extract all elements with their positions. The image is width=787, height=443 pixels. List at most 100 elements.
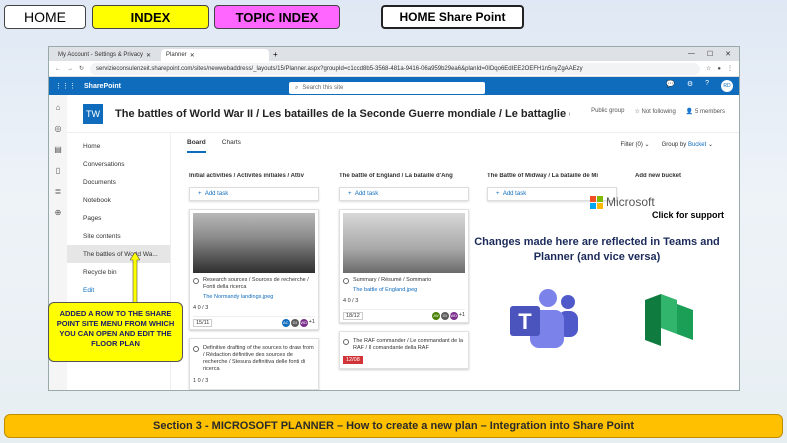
- avatar[interactable]: AC: [281, 318, 290, 327]
- close-window-icon[interactable]: ✕: [725, 50, 731, 58]
- complete-checkbox[interactable]: [193, 346, 199, 352]
- members-button[interactable]: 👤 5 members: [686, 108, 725, 115]
- annotation-note: ADDED A ROW TO THE SHARE POINT SITE MENU…: [48, 302, 183, 362]
- up-arrow-icon: [130, 252, 140, 304]
- tab-planner[interactable]: Planner ✕: [161, 49, 269, 61]
- bucket-title[interactable]: The battle of England / La bataille d'An…: [339, 173, 469, 183]
- tab-bar: My Account - Settings & Privacy ✕ Planner…: [49, 47, 739, 61]
- microsoft-label: Microsoft: [606, 195, 655, 209]
- avatar[interactable]: AC: [457, 356, 465, 364]
- checklist-counts: 1 0 / 3: [193, 378, 209, 384]
- search-icon: ⌕: [295, 84, 299, 91]
- reload-icon[interactable]: ↻: [79, 65, 84, 72]
- complete-checkbox[interactable]: [343, 339, 349, 345]
- news-icon[interactable]: ▤: [54, 145, 62, 154]
- nav-edit[interactable]: Edit: [67, 281, 170, 299]
- search-input[interactable]: ⌕ Search this site: [289, 82, 485, 94]
- address-bar: ← → ↻ servizieconsulenzeit.sharepoint.co…: [49, 61, 739, 77]
- support-link[interactable]: Click for support: [652, 210, 724, 220]
- filter-button[interactable]: Filter (0) ⌄: [621, 141, 650, 148]
- sharepoint-brand[interactable]: SharePoint: [84, 83, 121, 90]
- bucket-column: The battle of England / La bataille d'An…: [339, 173, 469, 369]
- svg-text:T: T: [518, 309, 532, 334]
- task-title: Summary / Résumé / Sommario: [353, 277, 432, 283]
- task-card[interactable]: Research sources / Sources de recherche …: [189, 209, 319, 330]
- avatar[interactable]: GI: [290, 318, 299, 327]
- checklist-counts: 4 0 / 3: [193, 305, 209, 311]
- avatar[interactable]: GI: [440, 311, 449, 320]
- add-task-button[interactable]: + Add task: [189, 187, 319, 201]
- help-icon[interactable]: ?: [705, 80, 709, 92]
- forward-icon[interactable]: →: [67, 66, 73, 72]
- profile-icon[interactable]: ●: [717, 66, 721, 72]
- file-icon[interactable]: ▯: [56, 166, 60, 175]
- group-by-button[interactable]: Group by Bucket ⌄: [662, 141, 713, 148]
- nav-recycle-bin[interactable]: Recycle bin: [67, 263, 170, 281]
- nav-battles-plan[interactable]: The battles of World Wa...: [67, 245, 170, 263]
- members-label: 5 members: [694, 109, 725, 115]
- add-icon[interactable]: ⊕: [55, 208, 62, 217]
- task-title: Research sources / Sources de recherche …: [203, 277, 309, 290]
- nav-home[interactable]: Home: [67, 137, 170, 155]
- url-text: servizieconsulenzeit.sharepoint.com/site…: [96, 65, 583, 72]
- close-icon[interactable]: ✕: [146, 52, 151, 59]
- add-bucket-column: Add new bucket: [635, 173, 735, 183]
- follow-button[interactable]: ☆ Not following: [634, 108, 675, 115]
- attachment-link[interactable]: The Normandy landings.jpeg: [193, 294, 315, 300]
- index-button[interactable]: INDEX: [92, 5, 209, 29]
- app-launcher-icon[interactable]: ⋮⋮⋮: [55, 82, 76, 90]
- task-card[interactable]: Definitive drafting of the sources to dr…: [189, 338, 319, 390]
- home-icon[interactable]: ⌂: [56, 103, 61, 112]
- home-sharepoint-button[interactable]: HOME Share Point: [381, 5, 524, 29]
- integration-caption: Changes made here are reflected in Teams…: [474, 236, 720, 263]
- site-title[interactable]: The battles of World War II / Les batail…: [115, 108, 570, 120]
- nav-conversations[interactable]: Conversations: [67, 155, 170, 173]
- site-logo[interactable]: TW: [83, 103, 103, 124]
- tab-charts[interactable]: Charts: [222, 139, 241, 153]
- task-photo: [193, 213, 315, 273]
- user-avatar[interactable]: RD: [721, 80, 733, 92]
- section-footer: Section 3 - MICROSOFT PLANNER – How to c…: [4, 414, 783, 438]
- more-assignees[interactable]: +1: [459, 312, 465, 320]
- tab-board[interactable]: Board: [187, 139, 206, 153]
- task-title: Definitive drafting of the sources to dr…: [203, 345, 314, 372]
- new-tab-button[interactable]: +: [269, 50, 282, 61]
- extensions-icon[interactable]: ☆: [706, 65, 711, 72]
- checklist-counts: 4 0 / 3: [343, 298, 359, 304]
- attachment-link[interactable]: The battle of England.jpeg: [343, 287, 465, 293]
- complete-checkbox[interactable]: [343, 278, 349, 284]
- list-icon[interactable]: ≣: [55, 187, 62, 196]
- nav-site-contents[interactable]: Site contents: [67, 227, 170, 245]
- avatar[interactable]: WD: [299, 318, 308, 327]
- url-input[interactable]: servizieconsulenzeit.sharepoint.com/site…: [90, 62, 700, 75]
- add-task-label: Add task: [502, 191, 527, 197]
- menu-icon[interactable]: ⋮: [727, 65, 733, 72]
- due-date: 12/08: [343, 356, 363, 364]
- tab-my-account[interactable]: My Account - Settings & Privacy ✕: [53, 49, 161, 61]
- globe-icon[interactable]: ◎: [55, 124, 62, 133]
- nav-pages[interactable]: Pages: [67, 209, 170, 227]
- bucket-title[interactable]: Initial activities / Activités initiales…: [189, 173, 319, 183]
- public-group-label: Public group: [591, 108, 625, 114]
- more-assignees[interactable]: +1: [309, 319, 315, 327]
- chat-icon[interactable]: 💬: [666, 80, 675, 92]
- bucket-title[interactable]: The Battle of Midway / La bataille de Mi: [487, 173, 617, 183]
- back-icon[interactable]: ←: [55, 66, 61, 72]
- avatar[interactable]: JW: [431, 311, 440, 320]
- avatar[interactable]: WD: [449, 311, 458, 320]
- task-card[interactable]: The RAF commander / Le commandant de la …: [339, 331, 469, 369]
- add-new-bucket[interactable]: Add new bucket: [635, 173, 735, 183]
- nav-notebook[interactable]: Notebook: [67, 191, 170, 209]
- home-button[interactable]: HOME: [4, 5, 86, 29]
- site-header: TW The battles of World War II / Les bat…: [67, 95, 739, 133]
- close-icon[interactable]: ✕: [190, 52, 195, 59]
- minimize-icon[interactable]: —: [688, 50, 695, 58]
- complete-checkbox[interactable]: [193, 278, 199, 284]
- maximize-icon[interactable]: ☐: [707, 50, 713, 58]
- nav-documents[interactable]: Documents: [67, 173, 170, 191]
- gear-icon[interactable]: ⚙: [687, 80, 693, 92]
- topic-index-button[interactable]: TOPIC INDEX: [214, 5, 340, 29]
- add-task-label: Add task: [354, 191, 379, 197]
- add-task-button[interactable]: + Add task: [339, 187, 469, 201]
- task-card[interactable]: Summary / Résumé / Sommario The battle o…: [339, 209, 469, 323]
